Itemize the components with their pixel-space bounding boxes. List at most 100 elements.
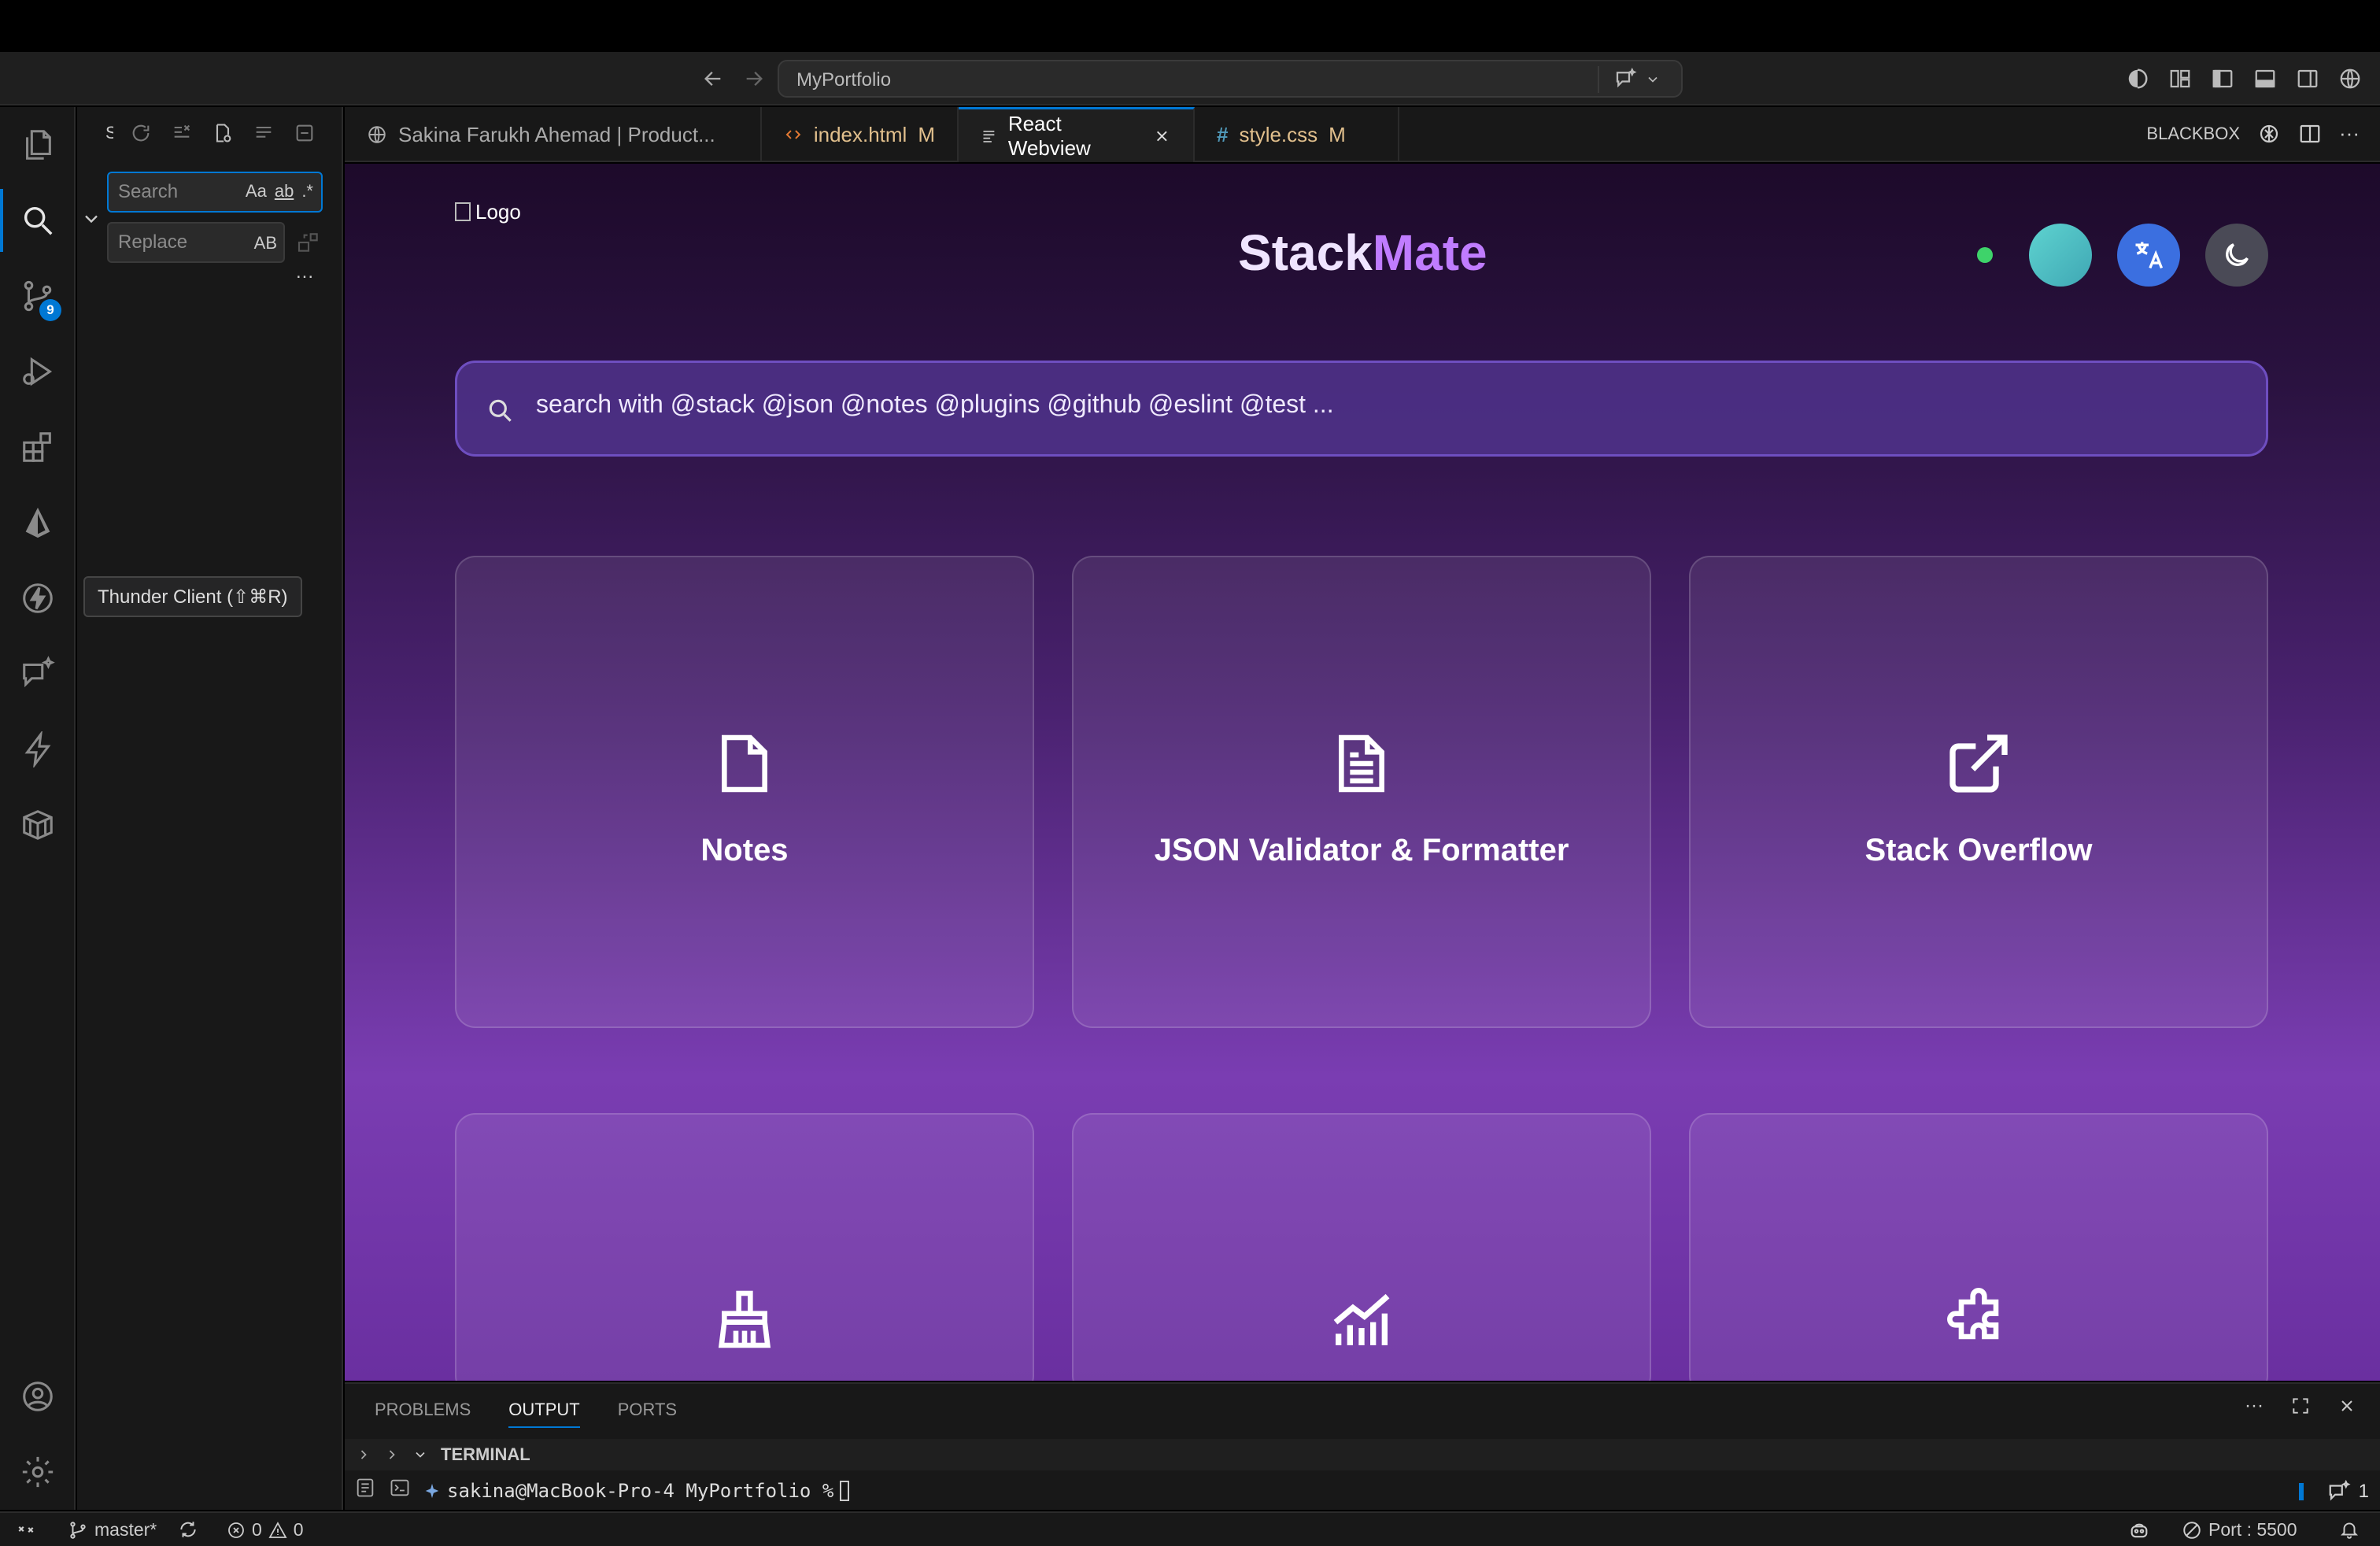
layout-customize-icon[interactable]	[2164, 63, 2196, 94]
tab-portfolio-preview[interactable]: Sakina Farukh Ahemad | Product...	[345, 107, 762, 162]
toggle-secondary-sidebar-icon[interactable]	[2292, 63, 2323, 94]
replace-field[interactable]: AB	[107, 222, 285, 263]
terminal-instances[interactable]: 1	[2298, 1480, 2369, 1503]
no-entry-icon	[2183, 1521, 2201, 1539]
close-panel-icon[interactable]	[2338, 1396, 2356, 1415]
tab-problems[interactable]: PROBLEMS	[375, 1400, 471, 1428]
package-icon[interactable]	[0, 787, 76, 863]
source-control-icon[interactable]: 9	[0, 258, 76, 334]
webview-search-input[interactable]	[536, 390, 2189, 419]
refresh-icon[interactable]	[128, 120, 154, 146]
tab-index-html[interactable]: index.html M	[762, 107, 959, 162]
live-server-port[interactable]: Port : 5500	[2182, 1519, 2297, 1540]
terminal-section-label[interactable]: TERMINAL	[441, 1444, 530, 1465]
title-bar: MyPortfolio	[0, 52, 2380, 105]
account-icon[interactable]	[0, 1359, 76, 1434]
online-status-dot	[1977, 247, 1993, 263]
terminal-prompt-line[interactable]: sakina@MacBook-Pro-4 MyPortfolio %	[423, 1480, 850, 1502]
webview-search-bar[interactable]	[455, 361, 2268, 457]
tab-react-webview[interactable]: React Webview	[959, 107, 1195, 162]
card-plugins[interactable]	[1689, 1113, 2268, 1381]
tab-output[interactable]: OUTPUT	[508, 1400, 580, 1428]
avatar[interactable]	[2029, 224, 2092, 287]
regex-toggle[interactable]: .*	[301, 181, 313, 202]
run-debug-icon[interactable]	[0, 334, 76, 409]
external-link-icon	[1944, 729, 2013, 798]
view-as-tree-icon[interactable]	[250, 120, 277, 146]
command-center[interactable]: MyPortfolio	[778, 60, 1683, 98]
preserve-case-toggle[interactable]: AB	[254, 233, 277, 253]
lightning-icon[interactable]	[0, 712, 76, 787]
more-search-options[interactable]: ...	[296, 261, 314, 283]
toggle-primary-sidebar-icon[interactable]	[2207, 63, 2238, 94]
sync-icon[interactable]	[178, 1519, 198, 1540]
tab-label: React Webview	[1007, 111, 1091, 160]
card-analytics[interactable]	[1072, 1113, 1651, 1381]
more-actions-icon[interactable]: ···	[2245, 1395, 2264, 1417]
bell-icon[interactable]	[2339, 1519, 2360, 1540]
broom-icon	[710, 1285, 779, 1354]
clear-results-icon[interactable]	[168, 120, 195, 146]
toggle-panel-icon[interactable]	[2249, 63, 2281, 94]
search-sidebar: S Aa ab .* AB ...	[77, 107, 343, 1510]
thunder-client-icon[interactable]	[0, 560, 76, 636]
collapse-all-icon[interactable]	[291, 120, 318, 146]
gear-icon[interactable]	[0, 1434, 76, 1510]
prisma-icon[interactable]	[0, 485, 76, 560]
card-stack-overflow[interactable]: Stack Overflow	[1689, 556, 2268, 1028]
activity-bar: 9	[0, 107, 76, 1510]
close-icon[interactable]	[1153, 127, 1171, 146]
new-search-editor-icon[interactable]	[209, 120, 236, 146]
extensions-icon[interactable]	[0, 409, 76, 485]
problems-indicator[interactable]: 0 0	[227, 1519, 304, 1540]
search-field[interactable]: Aa ab .*	[107, 172, 323, 213]
chart-icon	[1327, 1285, 1396, 1354]
globe-icon[interactable]	[2334, 63, 2366, 94]
notebook-icon[interactable]	[354, 1477, 376, 1499]
match-case-toggle[interactable]: Aa	[246, 181, 267, 202]
search-options: Aa ab .*	[246, 181, 313, 202]
theme-toggle-button[interactable]	[2205, 224, 2268, 287]
replace-all-icon[interactable]	[296, 230, 321, 255]
tab-ports[interactable]: PORTS	[618, 1400, 677, 1428]
translate-button[interactable]	[2117, 224, 2180, 287]
openai-icon[interactable]	[2257, 122, 2281, 146]
chevron-down-icon[interactable]	[412, 1447, 428, 1463]
toggle-replace-chevron-icon[interactable]	[80, 208, 102, 230]
error-icon	[228, 1522, 244, 1538]
chevron-right-icon[interactable]	[356, 1447, 371, 1463]
match-whole-word-toggle[interactable]: ab	[275, 181, 294, 202]
copilot-status-icon[interactable]	[2128, 1519, 2150, 1541]
card-cleaner[interactable]	[455, 1113, 1034, 1381]
moon-icon	[2226, 243, 2249, 266]
tab-label: index.html	[813, 122, 907, 146]
more-actions-icon[interactable]: ···	[2339, 121, 2360, 146]
maximize-panel-icon[interactable]	[2290, 1396, 2311, 1416]
chevron-right-icon[interactable]	[384, 1447, 400, 1463]
bottom-panel: PROBLEMS OUTPUT PORTS ··· TERMINAL sakin…	[345, 1382, 2380, 1510]
chat-sparkle-icon[interactable]	[0, 636, 76, 712]
replace-input[interactable]	[118, 231, 220, 253]
card-title: Stack Overflow	[1864, 833, 2093, 867]
card-notes[interactable]: Notes	[455, 556, 1034, 1028]
search-input[interactable]	[118, 181, 220, 203]
brand-part-mate: Mate	[1372, 224, 1488, 281]
split-editor-icon[interactable]	[2298, 122, 2322, 146]
remote-icon[interactable]	[16, 1519, 36, 1540]
chat-sparkle-icon	[1616, 68, 1637, 88]
forward-arrow-icon[interactable]	[738, 63, 770, 94]
sidebar-title: S	[105, 123, 113, 142]
card-json-validator[interactable]: JSON Validator & Formatter	[1072, 556, 1651, 1028]
card-title: JSON Validator & Formatter	[1154, 833, 1569, 867]
react-webview: Logo StackMate Notes JSON Validator & Fo…	[345, 164, 2380, 1381]
tab-style-css[interactable]: # style.css M	[1195, 107, 1399, 162]
chat-dropdown[interactable]	[1598, 66, 1661, 93]
branch-indicator[interactable]: master*	[68, 1519, 157, 1540]
terminal-icon[interactable]	[389, 1477, 411, 1499]
back-arrow-icon[interactable]	[697, 63, 729, 94]
explorer-icon[interactable]	[0, 107, 76, 183]
search-icon[interactable]	[0, 183, 76, 258]
copilot-icon[interactable]	[2122, 63, 2153, 94]
error-count: 0	[252, 1519, 262, 1540]
blackbox-label[interactable]: BLACKBOX	[2146, 124, 2240, 144]
